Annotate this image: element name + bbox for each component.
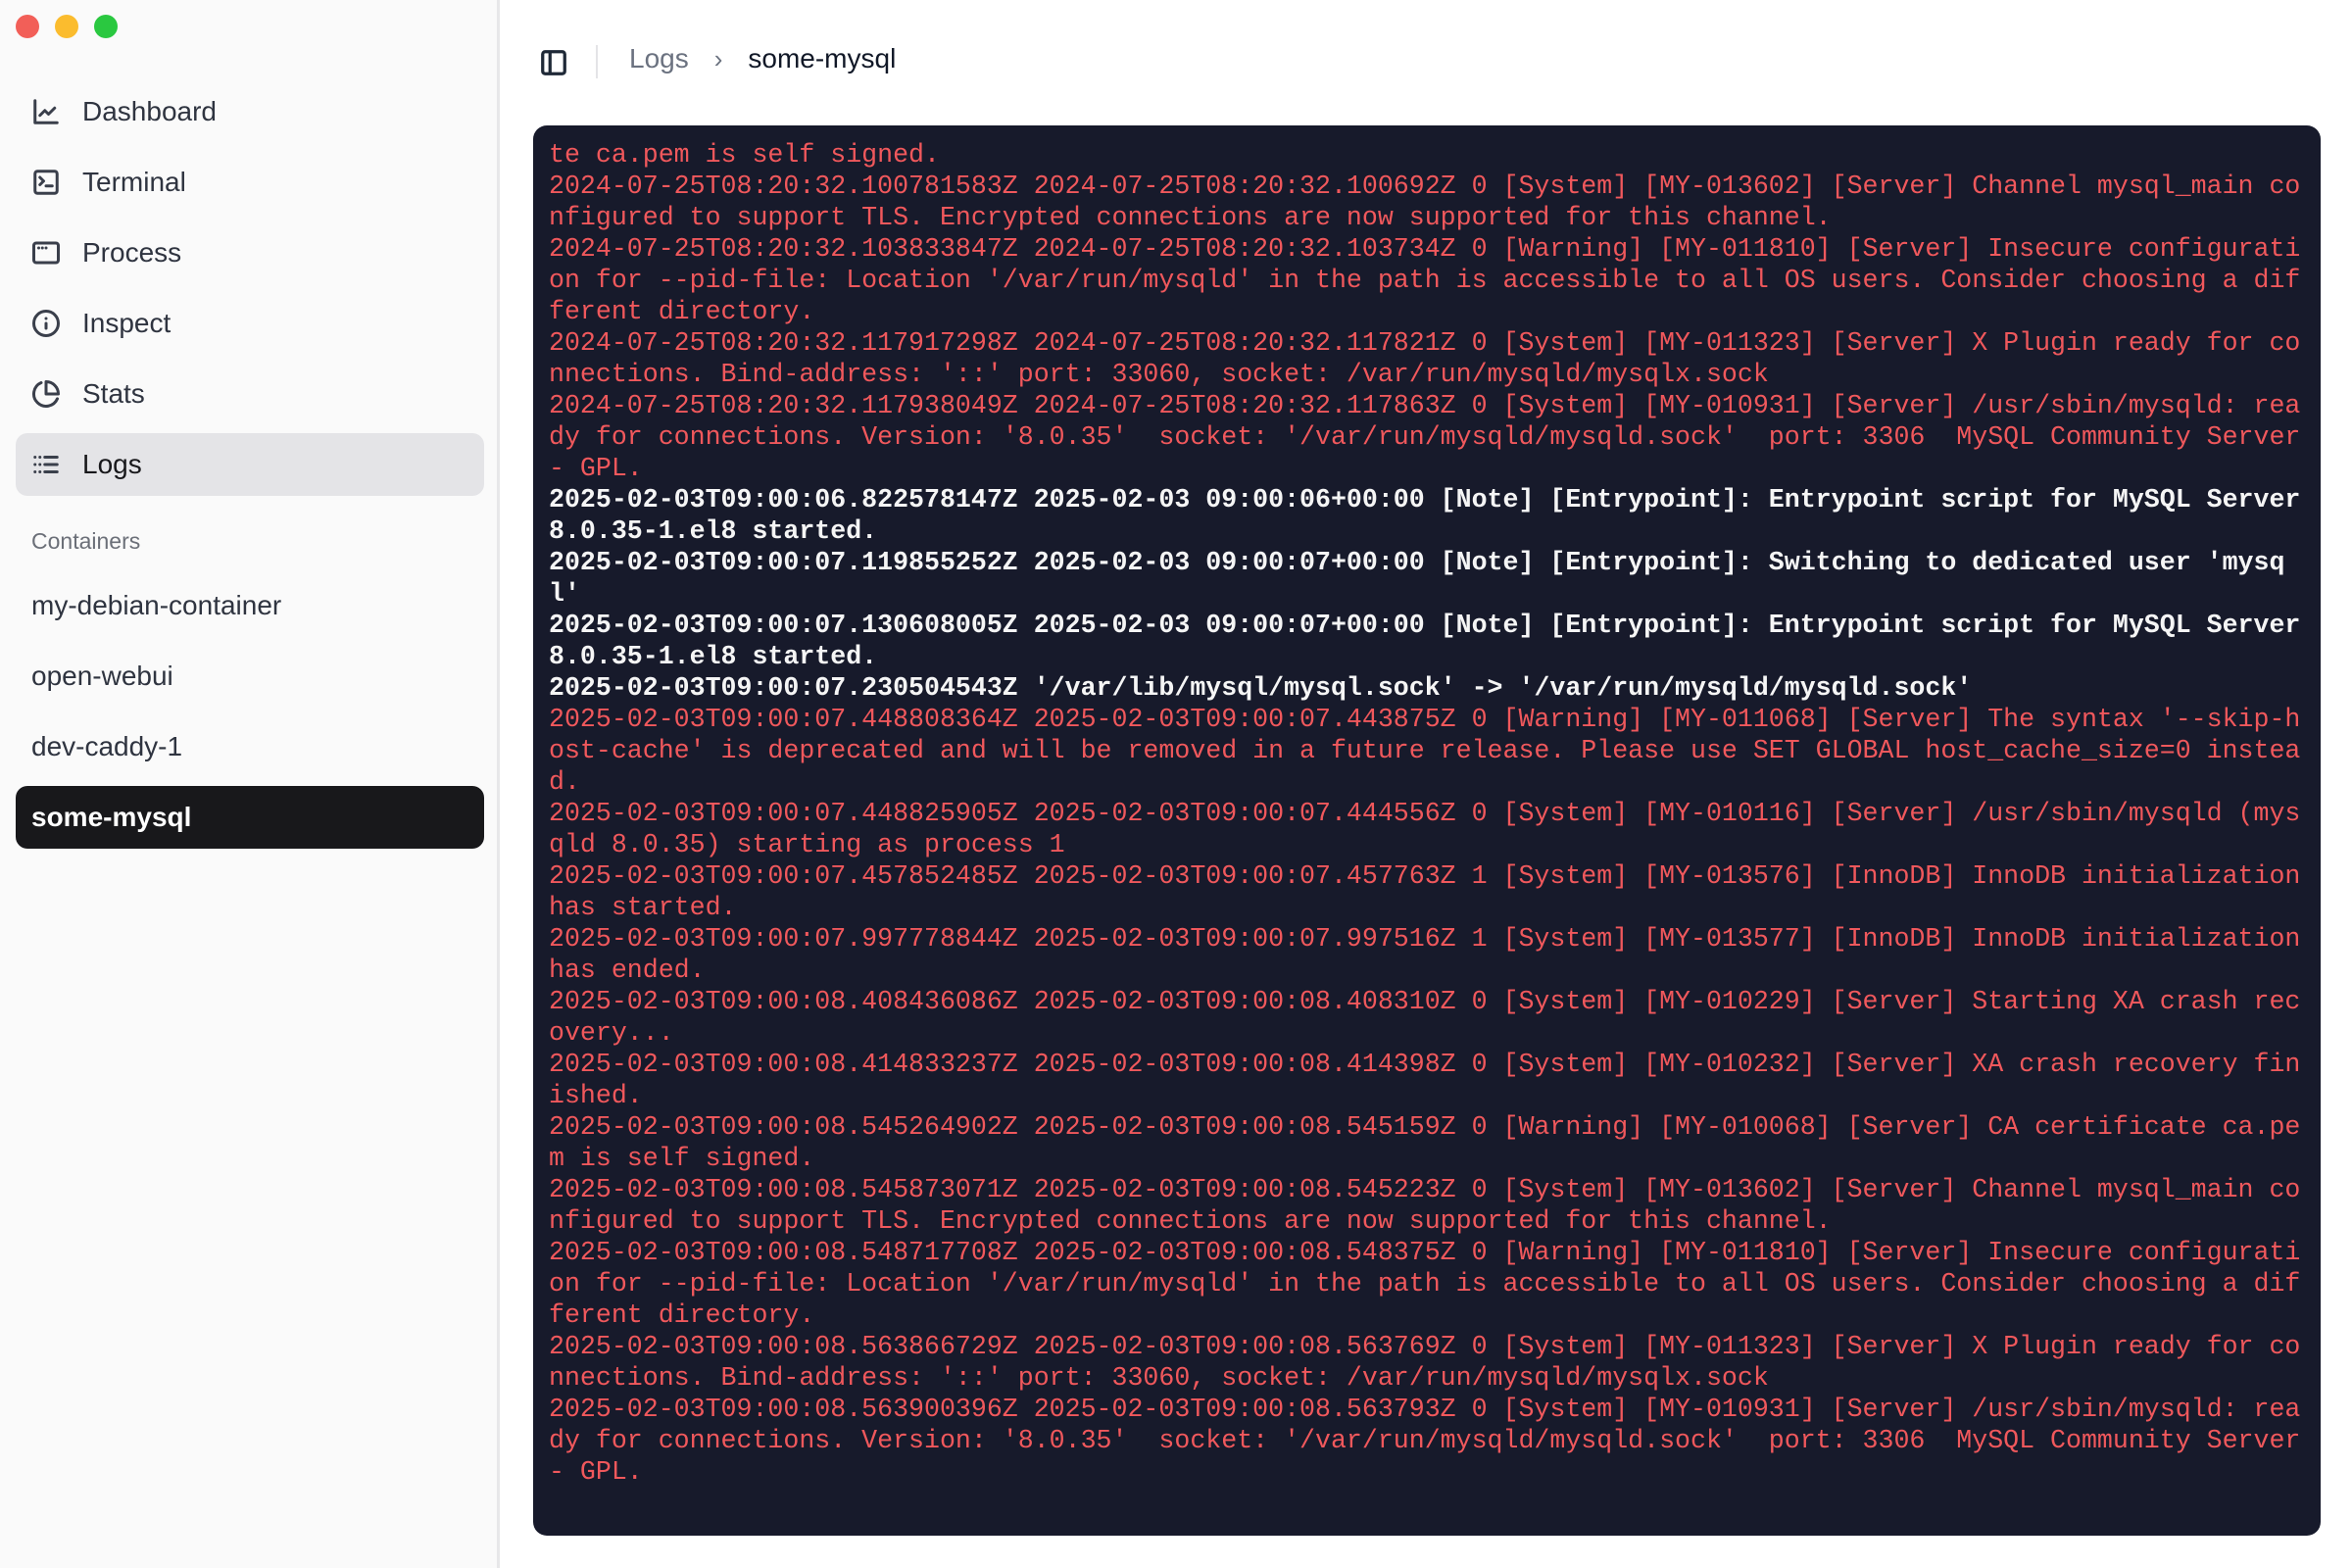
sidebar-item-label: Logs bbox=[82, 449, 142, 479]
log-line: 2025-02-03T09:00:06.822578147Z 2025-02-0… bbox=[549, 485, 2317, 546]
header: Logs › some-mysql bbox=[500, 0, 2352, 125]
info-icon bbox=[31, 309, 61, 338]
container-item-label: dev-caddy-1 bbox=[31, 731, 183, 761]
container-item[interactable]: dev-caddy-1 bbox=[16, 715, 484, 778]
log-line: 2025-02-03T09:00:08.414833237Z 2025-02-0… bbox=[549, 1050, 2301, 1110]
log-line: 2025-02-03T09:00:08.408436086Z 2025-02-0… bbox=[549, 987, 2301, 1048]
chart-line-icon bbox=[31, 97, 61, 126]
window-icon bbox=[31, 238, 61, 268]
sidebar-item-process[interactable]: Process bbox=[16, 221, 484, 284]
container-item-label: some-mysql bbox=[31, 802, 192, 832]
log-line: te ca.pem is self signed. bbox=[549, 140, 940, 170]
container-item[interactable]: open-webui bbox=[16, 645, 484, 708]
log-line: 2025-02-03T09:00:07.448808364Z 2025-02-0… bbox=[549, 705, 2301, 797]
log-line: 2025-02-03T09:00:07.457852485Z 2025-02-0… bbox=[549, 861, 2317, 922]
sidebar-item-stats[interactable]: Stats bbox=[16, 363, 484, 425]
terminal-icon bbox=[31, 168, 61, 197]
containers-section-label: Containers bbox=[31, 528, 141, 554]
breadcrumb-logs-link[interactable]: Logs bbox=[629, 43, 689, 74]
log-line: 2024-07-25T08:20:32.100781583Z 2024-07-2… bbox=[549, 172, 2301, 232]
sidebar-item-label: Process bbox=[82, 237, 182, 268]
log-line: 2025-02-03T09:00:08.563866729Z 2025-02-0… bbox=[549, 1332, 2301, 1393]
sidebar-item-terminal[interactable]: Terminal bbox=[16, 151, 484, 214]
log-line: 2024-07-25T08:20:32.103833847Z 2024-07-2… bbox=[549, 234, 2301, 326]
log-output-panel[interactable]: te ca.pem is self signed. 2024-07-25T08:2… bbox=[533, 125, 2321, 1536]
log-line: 2025-02-03T09:00:07.119855252Z 2025-02-0… bbox=[549, 548, 2285, 609]
container-item[interactable]: my-debian-container bbox=[16, 574, 484, 637]
pie-chart-icon bbox=[31, 379, 61, 409]
breadcrumb: Logs › some-mysql bbox=[629, 43, 896, 74]
sidebar-item-dashboard[interactable]: Dashboard bbox=[16, 80, 484, 143]
sidebar: Dashboard Terminal Process Inspect Stats… bbox=[0, 0, 500, 1568]
chevron-right-icon: › bbox=[713, 43, 723, 74]
log-line: 2025-02-03T09:00:07.448825905Z 2025-02-0… bbox=[549, 799, 2301, 859]
sidebar-toggle-button[interactable] bbox=[539, 48, 568, 77]
container-item-selected[interactable]: some-mysql bbox=[16, 786, 484, 849]
log-line: 2025-02-03T09:00:08.548717708Z 2025-02-0… bbox=[549, 1238, 2301, 1330]
sidebar-item-label: Terminal bbox=[82, 167, 186, 197]
log-line: 2025-02-03T09:00:08.563900396Z 2025-02-0… bbox=[549, 1395, 2317, 1487]
window-minimize-button[interactable] bbox=[55, 15, 78, 38]
sidebar-item-label: Dashboard bbox=[82, 96, 217, 126]
list-icon bbox=[31, 450, 61, 479]
log-line: 2025-02-03T09:00:08.545873071Z 2025-02-0… bbox=[549, 1175, 2301, 1236]
header-divider bbox=[596, 45, 598, 78]
sidebar-item-label: Stats bbox=[82, 378, 145, 409]
log-line: 2024-07-25T08:20:32.117938049Z 2024-07-2… bbox=[549, 391, 2317, 483]
log-line: 2025-02-03T09:00:07.230504543Z '/var/lib… bbox=[549, 673, 1973, 703]
log-line: 2024-07-25T08:20:32.117917298Z 2024-07-2… bbox=[549, 328, 2301, 389]
container-item-label: my-debian-container bbox=[31, 590, 282, 620]
panel-left-icon bbox=[541, 50, 566, 75]
sidebar-item-inspect[interactable]: Inspect bbox=[16, 292, 484, 355]
sidebar-item-logs[interactable]: Logs bbox=[16, 433, 484, 496]
log-line: 2025-02-03T09:00:07.130608005Z 2025-02-0… bbox=[549, 611, 2317, 671]
log-line: 2025-02-03T09:00:08.545264902Z 2025-02-0… bbox=[549, 1112, 2301, 1173]
log-line: 2025-02-03T09:00:07.997778844Z 2025-02-0… bbox=[549, 924, 2317, 985]
window-close-button[interactable] bbox=[16, 15, 39, 38]
breadcrumb-current: some-mysql bbox=[748, 43, 897, 74]
window-maximize-button[interactable] bbox=[94, 15, 118, 38]
container-item-label: open-webui bbox=[31, 661, 173, 691]
sidebar-item-label: Inspect bbox=[82, 308, 172, 338]
